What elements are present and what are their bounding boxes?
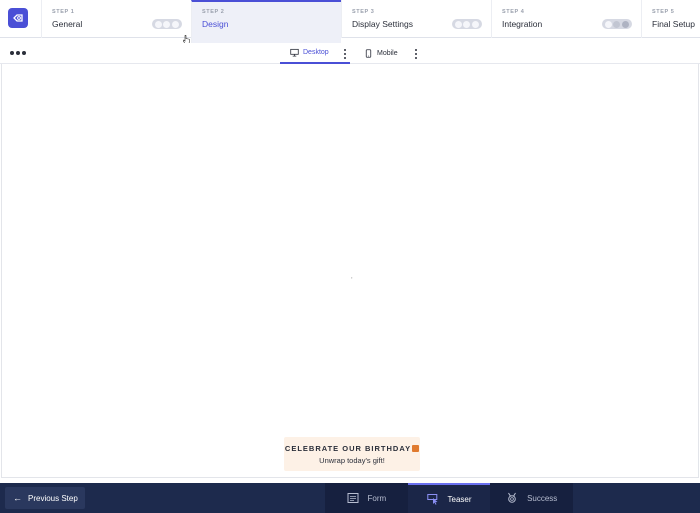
step-label: General <box>52 19 83 29</box>
mode-success[interactable]: Success <box>490 483 573 513</box>
more-horizontal-icon[interactable] <box>10 51 26 55</box>
step-status-toggle <box>152 19 182 29</box>
tab-mobile-label: Mobile <box>377 50 398 57</box>
mode-teaser[interactable]: Teaser <box>407 483 491 513</box>
step-status-toggle <box>602 19 632 29</box>
step-design[interactable]: STEP 2 Design <box>191 0 341 43</box>
tab-mobile[interactable]: Mobile <box>364 43 414 64</box>
canvas-center-mark: , <box>351 274 353 280</box>
step-label: Design <box>202 19 229 29</box>
step-display-settings[interactable]: STEP 3 Display Settings <box>341 0 491 38</box>
mode-success-label: Success <box>527 493 558 503</box>
step-label: Integration <box>502 19 543 29</box>
step-number: STEP 2 <box>202 9 225 15</box>
step-number: STEP 3 <box>352 9 375 15</box>
step-status-toggle <box>452 19 482 29</box>
device-toolbar: Desktop Mobile <box>0 43 700 64</box>
teaser-subtitle: Unwrap today's gift! <box>319 456 385 465</box>
previous-step-button[interactable]: ← Previous Step <box>5 487 85 509</box>
bottom-bar: ← Previous Step Form Teaser Success <box>0 483 700 513</box>
mode-form[interactable]: Form <box>325 483 408 513</box>
mode-form-label: Form <box>367 493 387 503</box>
step-number: STEP 4 <box>502 9 525 15</box>
desktop-icon <box>290 48 299 57</box>
design-canvas[interactable]: , CELEBRATE OUR BIRTHDAY Unwrap today's … <box>1 64 699 478</box>
step-final-setup[interactable]: STEP 5 Final Setup <box>641 0 700 38</box>
step-label: Display Settings <box>352 19 413 29</box>
teaser-title-line: CELEBRATE OUR BIRTHDAY <box>284 444 420 453</box>
step-number: STEP 1 <box>52 9 75 15</box>
tab-desktop[interactable]: Desktop <box>280 43 350 64</box>
mobile-icon <box>365 49 372 58</box>
form-icon <box>347 493 358 503</box>
mobile-options-icon[interactable] <box>415 49 418 59</box>
step-number: STEP 5 <box>652 9 675 15</box>
stepper-bar: STEP 1 General STEP 2 Design STEP 3 Disp… <box>0 0 700 43</box>
desktop-options-icon[interactable] <box>344 49 347 59</box>
arrow-left-icon: ← <box>13 493 22 503</box>
tab-desktop-label: Desktop <box>303 49 329 56</box>
logo-icon[interactable] <box>8 8 28 28</box>
mode-teaser-label: Teaser <box>447 494 472 504</box>
badge-icon <box>508 492 516 503</box>
gift-icon <box>412 445 420 452</box>
step-general[interactable]: STEP 1 General <box>41 0 191 38</box>
step-label: Final Setup <box>652 19 695 29</box>
teaser-title: CELEBRATE OUR BIRTHDAY <box>284 444 412 453</box>
teaser-icon <box>426 494 437 505</box>
previous-step-label: Previous Step <box>28 493 78 503</box>
mode-switcher: Form Teaser Success <box>325 483 573 513</box>
teaser-preview[interactable]: CELEBRATE OUR BIRTHDAY Unwrap today's gi… <box>284 437 420 471</box>
step-integration[interactable]: STEP 4 Integration <box>491 0 641 38</box>
